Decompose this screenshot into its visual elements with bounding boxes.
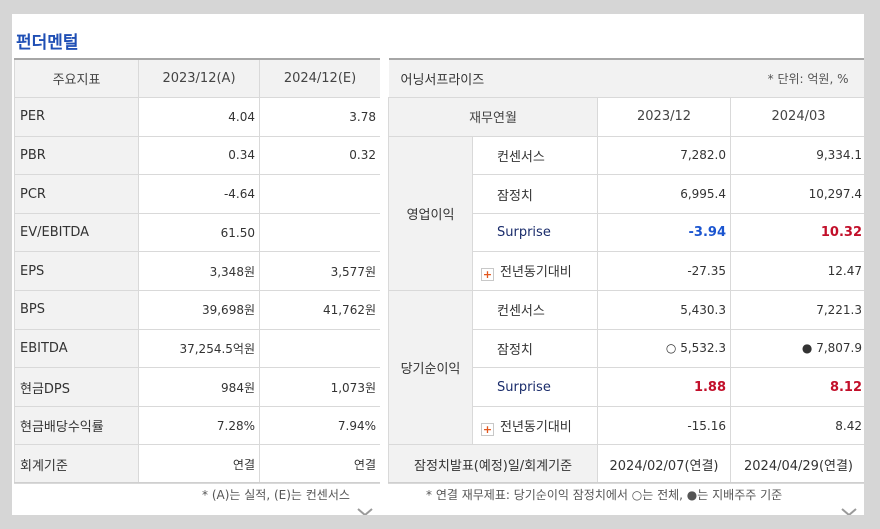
chevron-down-icon[interactable]: [356, 506, 374, 515]
row-label: 현금DPS: [14, 367, 139, 407]
table-row: 당기순이익 컨센서스 5,430.3 7,221.3: [388, 290, 864, 446]
row-label: Surprise: [471, 367, 599, 407]
surprise-value: 8.12: [730, 367, 864, 407]
table-row: EBITDA 37,254.5억원: [14, 328, 381, 369]
cell-value: 7,282.0: [597, 135, 732, 176]
table-row: 회계기준 연결 연결: [14, 444, 381, 485]
table-gap: [380, 58, 388, 515]
table-row: 영업이익 컨센서스 7,282.0 9,334.1: [388, 135, 864, 292]
cell-value: 연결: [259, 444, 381, 485]
cell-value: 연결: [138, 444, 260, 485]
cell-value: 39,698원: [138, 290, 260, 330]
table-row: PCR -4.64: [14, 174, 381, 214]
row-label: PCR: [14, 174, 139, 214]
table-row: 현금배당수익률 7.28% 7.94%: [14, 405, 381, 446]
cell-value: 3,577원: [259, 251, 381, 292]
page-title: 펀더멘털: [16, 33, 79, 53]
earnings-title-row: 어닝서프라이즈 * 단위: 억원, %: [388, 58, 864, 99]
table-row: PBR 0.34 0.32: [14, 135, 381, 176]
cell-value: 9,334.1: [730, 135, 864, 176]
cell-value: -15.16: [597, 405, 732, 446]
table-row: BPS 39,698원 41,762원: [14, 290, 381, 330]
cell-value: ○ 5,532.3: [597, 328, 732, 369]
table-row: PER 4.04 3.78: [14, 97, 381, 137]
cell-value: 7.94%: [259, 405, 381, 446]
table-header-row: 재무연월 2023/12 2024/03: [387, 97, 864, 137]
cell-value: 5,430.3: [597, 290, 732, 330]
column-header: 2023/12: [597, 97, 732, 137]
cell-value: [259, 174, 381, 214]
group-label-net-income: 당기순이익: [388, 290, 473, 446]
cell-value: 984원: [138, 367, 260, 407]
cell-value: 2024/02/07(연결): [597, 444, 732, 485]
row-label: PBR: [14, 135, 139, 176]
row-label: EBITDA: [14, 328, 139, 369]
unit-label: * 단위: 억원, %: [597, 58, 864, 99]
divider: [388, 482, 864, 483]
row-label: 컨센서스: [471, 135, 599, 176]
cell-value: 3.78: [259, 97, 381, 137]
table-row: 현금DPS 984원 1,073원: [14, 367, 381, 407]
row-label: 잠정치: [471, 328, 599, 369]
surprise-value: 10.32: [730, 212, 864, 253]
row-label: Surprise: [471, 212, 599, 253]
column-header: 2024/12(E): [259, 58, 381, 99]
row-label: BPS: [14, 290, 139, 330]
column-header: 2023/12(A): [138, 58, 260, 99]
fundamentals-note: * (A)는 실적, (E)는 컨센서스: [202, 488, 350, 502]
column-header: 재무연월: [387, 97, 599, 137]
row-label: 회계기준: [14, 444, 139, 485]
table-row: EV/EBITDA 61.50: [14, 212, 381, 253]
row-label: 잠정치: [471, 174, 599, 214]
fundamentals-table: 주요지표 2023/12(A) 2024/12(E) PER 4.04 3.78 P…: [14, 58, 381, 485]
row-label: 전년동기대비: [500, 265, 572, 281]
surprise-value: -3.94: [597, 212, 732, 253]
yoy-cell[interactable]: + 전년동기대비: [471, 405, 599, 446]
cell-value: [259, 328, 381, 369]
cell-value: 61.50: [138, 212, 260, 253]
divider: [14, 482, 380, 483]
column-header: 주요지표: [14, 58, 139, 99]
cell-value: -27.35: [597, 251, 732, 292]
plus-icon[interactable]: +: [481, 422, 494, 436]
row-label: EPS: [14, 251, 139, 292]
cell-value: 37,254.5억원: [138, 328, 260, 369]
row-label: 잠정치발표(예정)일/회계기준: [387, 444, 599, 485]
row-label: EV/EBITDA: [14, 212, 139, 253]
row-label: 현금배당수익률: [14, 405, 139, 446]
cell-value: -4.64: [138, 174, 260, 214]
cell-value: 2024/04/29(연결): [730, 444, 864, 485]
cell-value: 12.47: [730, 251, 864, 292]
cell-value: 8.42: [730, 405, 864, 446]
earnings-note: * 연결 재무제표: 당기순이익 잠정치에서 ○는 전체, ●는 지배주주 기준: [426, 488, 783, 502]
cell-value: 0.34: [138, 135, 260, 176]
cell-value: 1,073원: [259, 367, 381, 407]
row-label: 컨센서스: [471, 290, 599, 330]
chevron-down-icon[interactable]: [840, 506, 858, 515]
cell-value: 6,995.4: [597, 174, 732, 214]
cell-value: 4.04: [138, 97, 260, 137]
cell-value: 41,762원: [259, 290, 381, 330]
table-row: 잠정치발표(예정)일/회계기준 2024/02/07(연결) 2024/04/2…: [387, 444, 864, 485]
cell-value: ● 7,807.9: [730, 328, 864, 369]
cell-value: 10,297.4: [730, 174, 864, 214]
yoy-cell[interactable]: + 전년동기대비: [471, 251, 599, 292]
fundamentals-panel: 펀더멘털 주요지표 2023/12(A) 2024/12(E) PER 4.04 3…: [12, 14, 864, 515]
cell-value: 0.32: [259, 135, 381, 176]
earnings-surprise-table: 어닝서프라이즈 * 단위: 억원, % 재무연월 2023/12 2024/03…: [387, 58, 864, 485]
cell-value: [259, 212, 381, 253]
cell-value: 7.28%: [138, 405, 260, 446]
column-header: 2024/03: [730, 97, 864, 137]
plus-icon[interactable]: +: [481, 268, 494, 282]
group-label-operating-profit: 영업이익: [388, 135, 473, 292]
surprise-value: 1.88: [597, 367, 732, 407]
table-header-row: 주요지표 2023/12(A) 2024/12(E): [14, 58, 381, 99]
earnings-title: 어닝서프라이즈: [388, 58, 598, 99]
table-row: EPS 3,348원 3,577원: [14, 251, 381, 292]
row-label: PER: [14, 97, 139, 137]
cell-value: 3,348원: [138, 251, 260, 292]
row-label: 전년동기대비: [500, 419, 572, 435]
cell-value: 7,221.3: [730, 290, 864, 330]
